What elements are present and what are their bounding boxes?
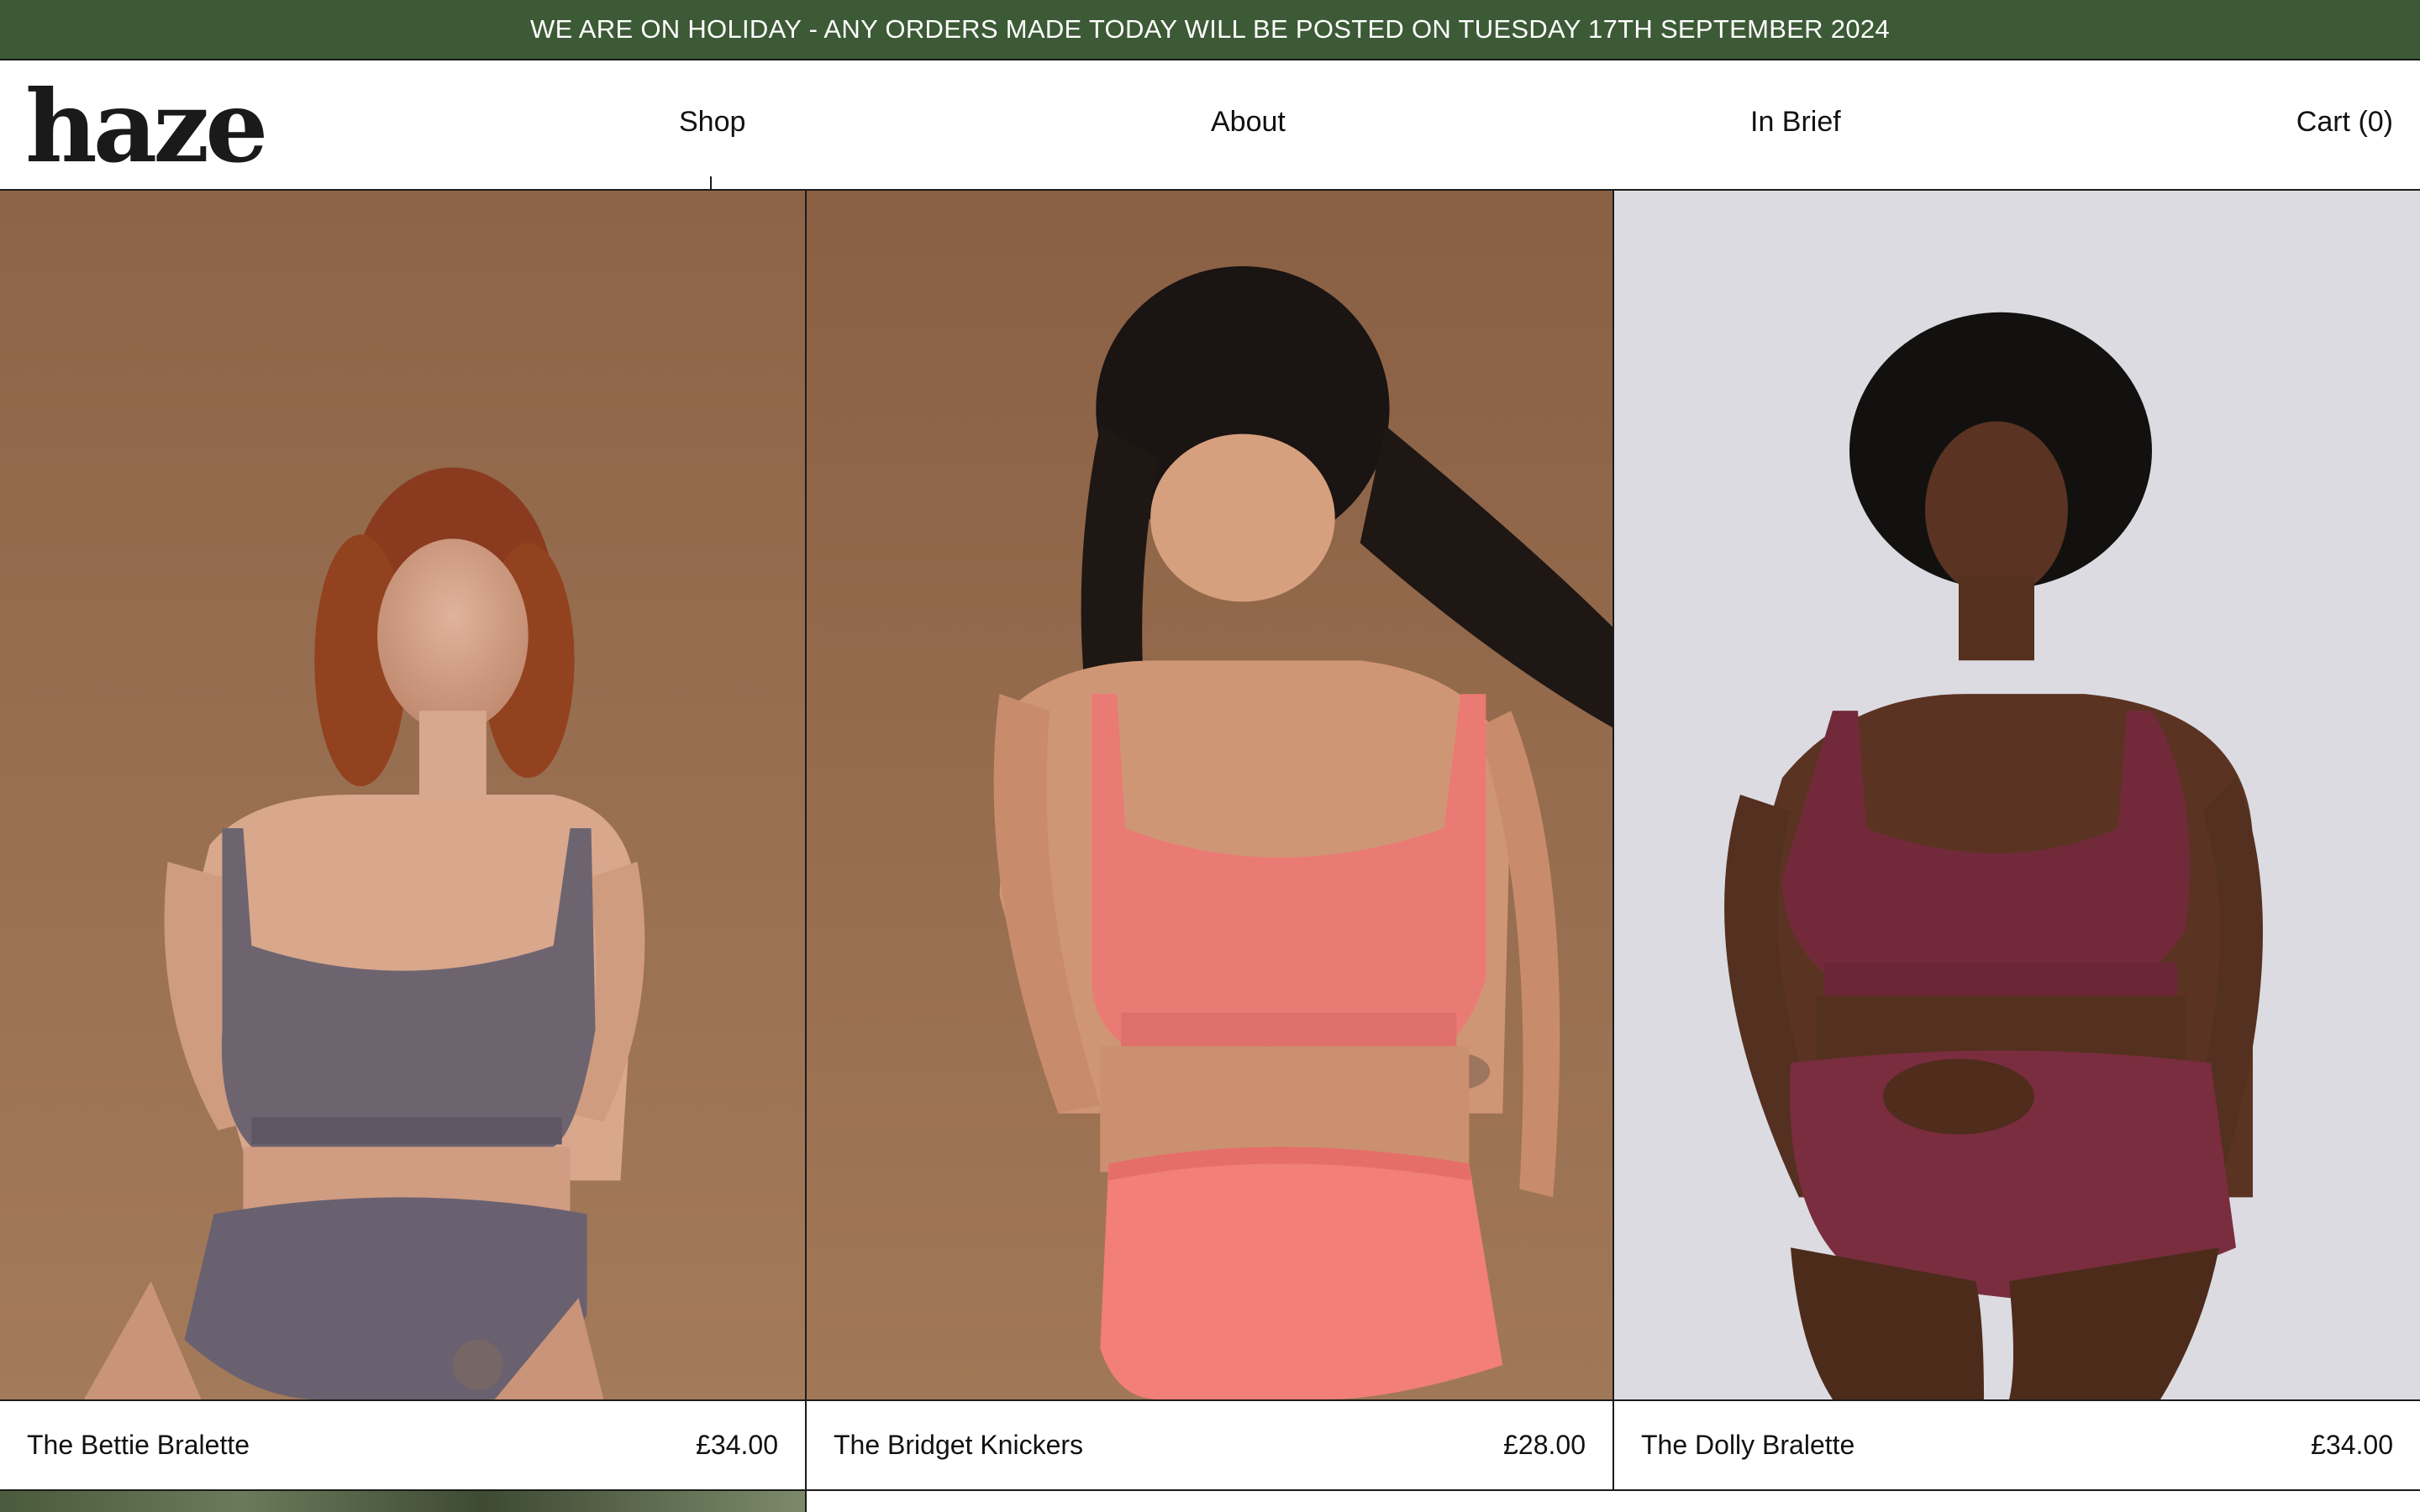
product-card[interactable]: The Dolly Bralette £34.00 [1614, 191, 2420, 1491]
product-name[interactable]: The Bridget Knickers [834, 1430, 1083, 1461]
product-grid: The Bettie Bralette £34.00 The Bridget K… [0, 191, 2420, 1512]
product-name[interactable]: The Dolly Bralette [1641, 1430, 1854, 1461]
announcement-text: WE ARE ON HOLIDAY - ANY ORDERS MADE TODA… [530, 14, 1890, 44]
next-product-image-peek[interactable] [0, 1491, 807, 1512]
nav-in-brief[interactable]: In Brief [1750, 108, 1841, 136]
product-info[interactable]: The Bettie Bralette £34.00 [0, 1401, 805, 1491]
nav-about[interactable]: About [1211, 108, 1286, 136]
site-logo[interactable]: haze [25, 77, 268, 176]
product-price: £28.00 [1503, 1430, 1586, 1460]
product-image[interactable] [807, 191, 1612, 1401]
product-image[interactable] [1614, 191, 2420, 1401]
product-card[interactable]: The Bridget Knickers £28.00 [807, 191, 1614, 1491]
site-header: haze Shop About In Brief Cart (0) [0, 60, 2420, 191]
product-photo-illustration [807, 191, 1612, 1399]
product-card[interactable]: The Bettie Bralette £34.00 [0, 191, 807, 1491]
product-name[interactable]: The Bettie Bralette [27, 1430, 250, 1461]
product-price: £34.00 [2311, 1430, 2393, 1460]
product-photo-illustration [1614, 191, 2420, 1399]
nav-shop[interactable]: Shop [679, 108, 745, 136]
product-info[interactable]: The Bridget Knickers £28.00 [807, 1401, 1612, 1491]
product-image[interactable] [0, 191, 805, 1401]
announcement-bar: WE ARE ON HOLIDAY - ANY ORDERS MADE TODA… [0, 0, 2420, 60]
product-photo-illustration [0, 191, 805, 1399]
active-nav-indicator-icon [710, 176, 712, 191]
next-row-blank [807, 1491, 2420, 1512]
product-price: £34.00 [696, 1430, 778, 1460]
cart-link[interactable]: Cart (0) [2296, 108, 2393, 136]
product-info[interactable]: The Dolly Bralette £34.00 [1614, 1401, 2420, 1491]
